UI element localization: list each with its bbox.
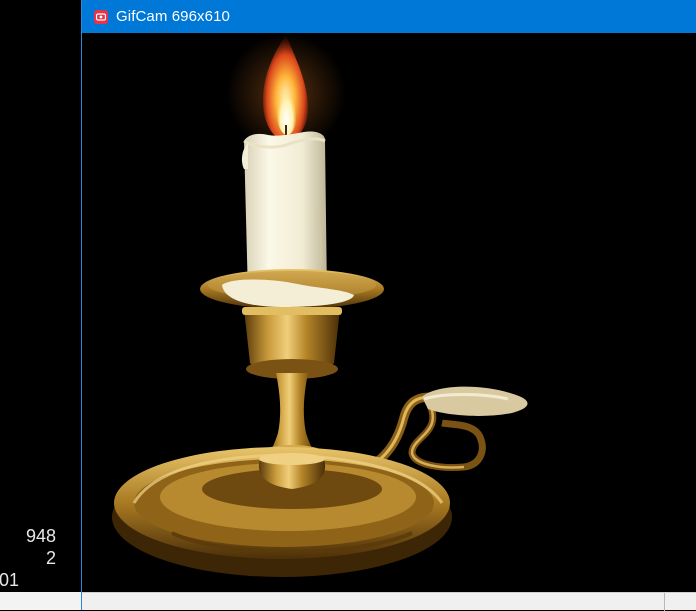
stat-number-3: 01 xyxy=(0,570,19,590)
title-bar[interactable]: GifCam 696x610 xyxy=(82,0,696,33)
stat-number-1: 948 xyxy=(25,526,56,546)
candle-image xyxy=(112,33,528,577)
gifcam-icon xyxy=(94,9,108,24)
window-title: GifCam 696x610 xyxy=(116,8,230,25)
frame-edge xyxy=(664,593,665,611)
window-bottom-bar xyxy=(82,592,696,611)
gifcam-window[interactable]: GifCam 696x610 xyxy=(81,0,696,611)
background-window-pane: 948 2 01 xyxy=(0,0,81,610)
stat-number-2: 2 xyxy=(45,548,56,568)
capture-frame[interactable] xyxy=(82,33,696,592)
background-window-bottom xyxy=(0,592,81,610)
